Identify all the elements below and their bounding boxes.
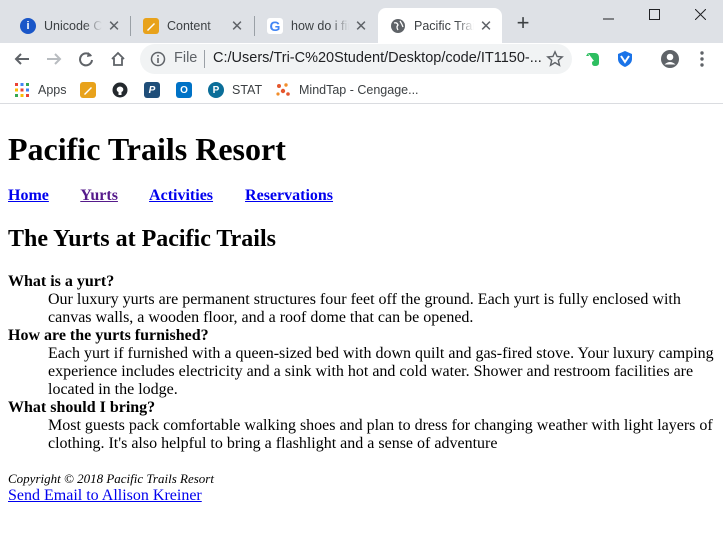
evernote-icon[interactable]	[581, 47, 605, 71]
tab-pacific-trails[interactable]: Pacific Trails Resort ✕	[378, 8, 502, 43]
site-nav: Home Yurts Activities Reservations	[8, 187, 361, 205]
tab-unicode[interactable]: i Unicode Character ✕	[8, 8, 130, 43]
bookmark-star-icon[interactable]	[546, 50, 564, 68]
bookmark-apps[interactable]: Apps	[14, 80, 67, 100]
nav-activities-link[interactable]: Activities	[149, 187, 213, 204]
kebab-menu-icon[interactable]	[690, 47, 714, 71]
faq-question: How are the yurts furnished?	[8, 327, 209, 344]
reload-button[interactable]	[72, 45, 100, 73]
faq-question: What should I bring?	[8, 399, 156, 416]
faq-list: What is a yurt? Our luxury yurts are per…	[8, 273, 718, 453]
nav-yurts-link[interactable]: Yurts	[80, 187, 118, 204]
url-text[interactable]: C:/Users/Tri-C%20Student/Desktop/code/IT…	[213, 50, 542, 66]
page-heading: The Yurts at Pacific Trails	[8, 226, 276, 252]
bookmark-p[interactable]: P	[144, 80, 160, 100]
forward-button[interactable]	[40, 45, 68, 73]
tab-strip: i Unicode Character ✕ Content ✕ G how do…	[0, 0, 723, 43]
info-icon[interactable]	[150, 51, 166, 67]
maximize-button[interactable]	[631, 0, 677, 28]
apps-grid-icon	[14, 82, 30, 98]
close-icon[interactable]: ✕	[478, 18, 494, 35]
email-link[interactable]: Send Email to Allison Kreiner	[8, 486, 214, 505]
bookmark-notebook[interactable]	[80, 80, 96, 100]
minimize-button[interactable]	[585, 0, 631, 28]
nav-home-link[interactable]: Home	[8, 187, 49, 204]
nav-reservations-link[interactable]: Reservations	[245, 187, 333, 204]
bookmark-outlook[interactable]: O	[176, 80, 192, 100]
home-button[interactable]	[104, 45, 132, 73]
bookmark-label: Apps	[38, 83, 67, 97]
profile-avatar-icon[interactable]	[658, 47, 682, 71]
close-icon[interactable]: ✕	[106, 18, 122, 35]
close-window-button[interactable]	[677, 0, 723, 28]
tab-title: how do i find	[291, 18, 349, 33]
bookmark-mindtap[interactable]: MindTap - Cengage...	[275, 80, 419, 100]
outlook-icon: O	[176, 82, 192, 98]
pearson-icon: P	[208, 82, 224, 98]
bookmark-label: STAT	[232, 83, 263, 97]
divider	[204, 50, 205, 68]
p-logo-icon: P	[144, 82, 160, 98]
new-tab-button[interactable]: +	[510, 10, 536, 36]
back-button[interactable]	[8, 45, 36, 73]
url-scheme: File	[174, 50, 198, 66]
bookmark-stat[interactable]: P STAT	[208, 80, 262, 100]
page-footer: Copyright © 2018 Pacific Trails Resort S…	[8, 471, 214, 505]
close-icon[interactable]: ✕	[353, 18, 369, 35]
bookmarks-bar: Apps P O P STAT MindTap - Cengage...	[0, 76, 723, 104]
web-page: Pacific Trails Resort Home Yurts Activit…	[0, 105, 723, 544]
google-icon: G	[267, 17, 283, 34]
pencil-notebook-icon	[80, 82, 96, 98]
address-bar[interactable]: File C:/Users/Tri-C%20Student/Desktop/co…	[140, 44, 572, 74]
mindtap-icon	[275, 82, 291, 98]
faq-answer: Each yurt if furnished with a queen-size…	[48, 345, 714, 398]
github-icon	[112, 82, 128, 98]
faq-question: What is a yurt?	[8, 273, 115, 290]
close-icon[interactable]: ✕	[229, 18, 245, 35]
bookmark-label: MindTap - Cengage...	[299, 83, 419, 97]
faq-answer: Our luxury yurts are permanent structure…	[48, 291, 681, 326]
globe-icon	[390, 18, 406, 34]
tab-title: Unicode Character	[44, 18, 102, 33]
tab-title: Pacific Trails Resort	[414, 18, 474, 33]
browser-toolbar: File C:/Users/Tri-C%20Student/Desktop/co…	[0, 43, 723, 76]
tab-content[interactable]: Content ✕	[131, 8, 253, 43]
info-icon: i	[20, 17, 36, 34]
bookmark-github[interactable]	[112, 80, 128, 100]
pencil-notebook-icon	[143, 17, 159, 34]
tab-google-search[interactable]: G how do i find ✕	[255, 8, 377, 43]
faq-answer: Most guests pack comfortable walking sho…	[48, 417, 713, 452]
copyright-text: Copyright © 2018 Pacific Trails Resort	[8, 471, 214, 486]
tab-title: Content	[167, 18, 211, 33]
vpn-shield-icon[interactable]	[613, 47, 637, 71]
site-title: Pacific Trails Resort	[8, 131, 286, 167]
